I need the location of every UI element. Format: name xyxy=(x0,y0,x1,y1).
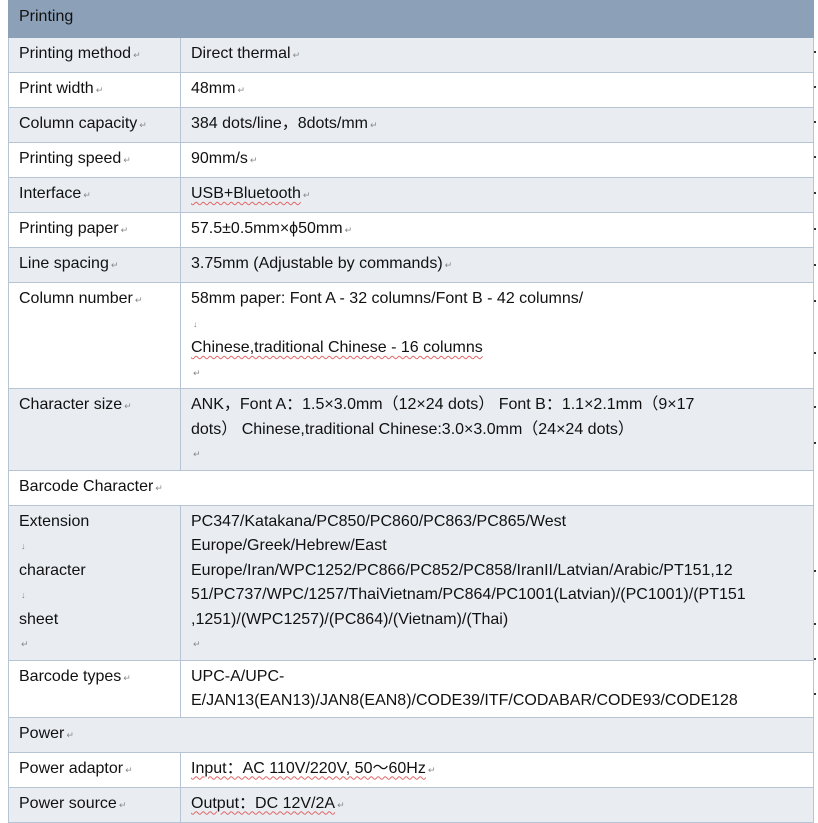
row-value: Direct thermal ↵ xyxy=(180,37,814,73)
section-title: Power ↵ xyxy=(8,716,814,753)
row-value: 384 dots/line，8dots/mm ↵ xyxy=(180,107,814,143)
row-label: Character size ↵ xyxy=(8,388,181,471)
row-label: Power adaptor ↵ xyxy=(8,751,181,788)
row-label: Extension ↓ character ↓ sheet ↵ xyxy=(8,504,181,661)
header-cell: Printing xyxy=(8,0,814,38)
row-value: Input：AC 110V/220V, 50～60Hz ↵ xyxy=(180,751,814,788)
table-row: Printing speed ↵ 90mm/s ↵ xyxy=(8,142,814,178)
table-row: Interface ↵ USB+Bluetooth ↵ xyxy=(8,177,814,213)
row-value: PC347/Katakana/PC850/PC860/PC863/PC865/W… xyxy=(180,504,814,661)
row-label: Column capacity ↵ xyxy=(8,107,181,143)
table-row: Print width ↵ 48mm ↵ xyxy=(8,72,814,108)
row-value: USB+Bluetooth ↵ xyxy=(180,177,814,213)
row-label: Barcode types ↵ xyxy=(8,659,181,718)
row-label: Printing method ↵ xyxy=(8,37,181,73)
row-label: Printing speed ↵ xyxy=(8,142,181,178)
row-value: 57.5±0.5mm×ϕ50mm ↵ xyxy=(180,212,814,248)
table-row: Printing method ↵ Direct thermal ↵ xyxy=(8,37,814,73)
table-row: Printing paper ↵ 57.5±0.5mm×ϕ50mm ↵ xyxy=(8,212,814,248)
spec-sheet: Printing Printing method ↵ Direct thermal… xyxy=(8,0,814,823)
row-label: Print width ↵ xyxy=(8,72,181,108)
section-row: Barcode Character ↵ xyxy=(8,469,814,506)
row-value: 48mm ↵ xyxy=(180,72,814,108)
table-row: Power adaptor ↵ Input：AC 110V/220V, 50～60… xyxy=(8,751,814,788)
table-row: Column number ↵ 58mm paper: Font A - 32 c… xyxy=(8,282,814,389)
row-value: UPC-A/UPC- E/JAN13(EAN13)/JAN8(EAN8)/COD… xyxy=(180,659,814,718)
row-label: Interface ↵ xyxy=(8,177,181,213)
header-title: Printing xyxy=(19,8,74,25)
table-row: Extension ↓ character ↓ sheet ↵ PC347/Katak… xyxy=(8,504,814,661)
section-row: Power ↵ xyxy=(8,716,814,753)
spec-table: Printing Printing method ↵ Direct thermal… xyxy=(8,0,814,823)
row-value: 3.75mm (Adjustable by commands) ↵ xyxy=(180,247,814,283)
row-label: Line spacing ↵ xyxy=(8,247,181,283)
table-row: Line spacing ↵ 3.75mm (Adjustable by comm… xyxy=(8,247,814,283)
row-label: Column number ↵ xyxy=(8,282,181,389)
header-row: Printing xyxy=(8,0,814,38)
table-row: Power source ↵ Output：DC 12V/2A ↵ xyxy=(8,786,814,823)
row-label: Power source ↵ xyxy=(8,786,181,823)
table-row: Character size ↵ ANK，Font A：1.5×3.0mm（12×… xyxy=(8,388,814,471)
row-value: 90mm/s ↵ xyxy=(180,142,814,178)
table-row: Barcode types ↵ UPC-A/UPC- E/JAN13(EAN13)… xyxy=(8,659,814,718)
row-label: Printing paper ↵ xyxy=(8,212,181,248)
table-row: Column capacity ↵ 384 dots/line，8dots/mm ↵ xyxy=(8,107,814,143)
section-title: Barcode Character ↵ xyxy=(8,469,814,506)
row-value: Output：DC 12V/2A ↵ xyxy=(180,786,814,823)
row-value: 58mm paper: Font A - 32 columns/Font B -… xyxy=(180,282,814,389)
row-value: ANK，Font A：1.5×3.0mm（12×24 dots） Font B：… xyxy=(180,388,814,471)
